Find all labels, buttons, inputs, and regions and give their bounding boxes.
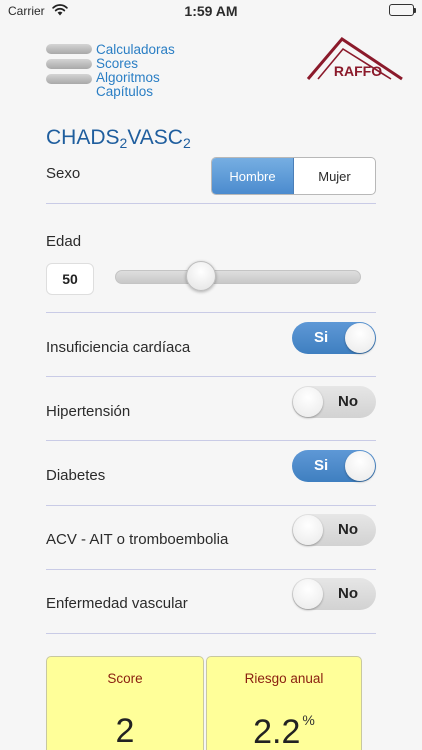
toggle-acv[interactable]: No [292,514,376,546]
divider [46,440,376,441]
toggle-knob [293,387,323,417]
menu-link-algoritmos[interactable]: Algoritmos [96,71,175,85]
raffo-logo: RAFFO [306,37,403,81]
toggle-value: Si [314,329,329,346]
divider [46,633,376,634]
edad-value-box: 50 [46,263,94,295]
toggle-value: No [338,585,358,602]
sexo-label: Sexo [46,165,81,182]
edad-label: Edad [46,233,82,250]
divider [46,312,376,313]
menu-link-scores[interactable]: Scores [96,57,175,71]
risk-value-row: 2.2% [207,712,361,750]
svg-text:RAFFO: RAFFO [334,63,382,79]
factor-label-vascular: Enfermedad vascular [46,595,188,612]
score-card: Score 2 [46,656,204,750]
risk-card: Riesgo anual 2.2% [206,656,362,750]
toggle-diabetes[interactable]: Si [292,450,376,482]
divider [46,203,376,204]
toggle-value: Si [314,457,329,474]
divider [46,376,376,377]
toggle-vascular[interactable]: No [292,578,376,610]
menu-link-capitulos[interactable]: Capítulos [96,85,175,99]
score-title: Score [107,671,143,686]
divider [46,505,376,506]
sexo-option-mujer[interactable]: Mujer [294,158,375,194]
menu-links: Calculadoras Scores Algoritmos Capítulos [96,43,175,99]
edad-slider-track[interactable] [115,270,361,284]
calculator-title: CHADS2VASC2 [46,126,191,151]
factor-label-hipertension: Hipertensión [46,403,131,420]
factor-label-insuficiencia: Insuficiencia cardíaca [46,339,191,356]
toggle-value: No [338,521,358,538]
factor-label-diabetes: Diabetes [46,467,106,484]
score-value: 2 [115,712,135,750]
risk-value: 2.2 [253,713,301,750]
sexo-option-hombre[interactable]: Hombre [212,158,294,194]
toggle-hipertension[interactable]: No [292,386,376,418]
risk-unit: % [302,712,315,728]
menu-icon[interactable] [46,44,92,92]
toggle-knob [345,323,375,353]
divider [46,569,376,570]
toggle-knob [293,515,323,545]
factor-label-acv: ACV - AIT o tromboembolia [46,531,229,548]
sexo-segmented-control: Hombre Mujer [211,157,376,195]
toggle-value: No [338,393,358,410]
toggle-knob [345,451,375,481]
battery-icon [389,4,416,16]
clock: 1:59 AM [184,3,238,19]
toggle-insuficiencia[interactable]: Si [292,322,376,354]
edad-slider-thumb[interactable] [186,261,217,291]
toggle-knob [293,579,323,609]
menu-link-calculadoras[interactable]: Calculadoras [96,43,175,57]
status-bar: Carrier 1:59 AM [0,0,422,22]
risk-title: Riesgo anual [244,671,324,686]
